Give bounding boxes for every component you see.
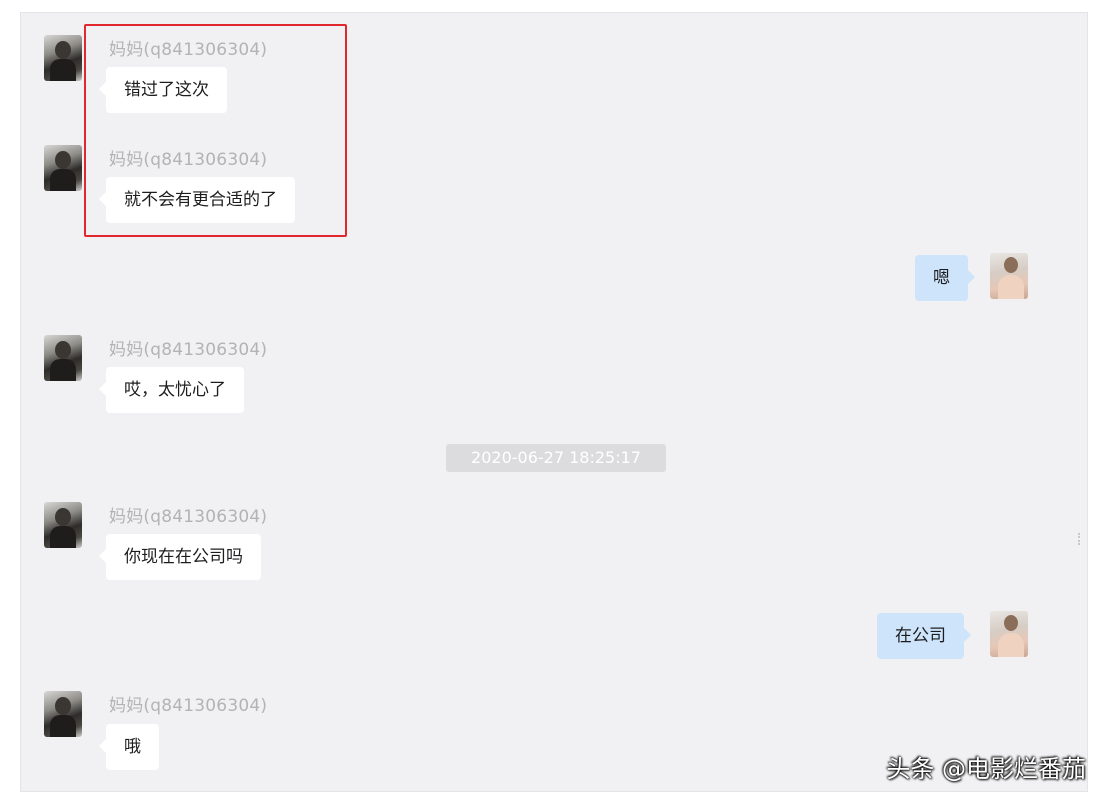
sender-name: 妈妈(q841306304) [109,507,268,527]
sender-name: 妈妈(q841306304) [109,340,268,360]
my-avatar[interactable] [990,611,1028,657]
sender-name: 妈妈(q841306304) [109,696,268,716]
timestamp-divider: 2020-06-27 18:25:17 [446,444,666,472]
message-bubble-incoming[interactable]: 哎，太忧心了 [99,367,244,413]
watermark: 头条 @电影烂番茄 [886,755,1086,783]
contact-avatar[interactable] [44,502,82,548]
message-bubble-incoming[interactable]: 哦 [99,724,159,770]
message-bubble-outgoing[interactable]: 嗯 [915,255,975,301]
message-bubble-outgoing[interactable]: 在公司 [877,613,971,659]
contact-avatar[interactable] [44,335,82,381]
contact-avatar[interactable] [44,691,82,737]
contact-avatar[interactable] [44,35,82,81]
message-bubble-incoming[interactable]: 你现在在公司吗 [99,534,261,580]
my-avatar[interactable] [990,253,1028,299]
contact-avatar[interactable] [44,145,82,191]
highlight-box [84,24,347,237]
scrollbar-handle[interactable] [1078,533,1083,545]
chat-window: 妈妈(q841306304) 错过了这次 妈妈(q841306304) 就不会有… [20,12,1088,792]
